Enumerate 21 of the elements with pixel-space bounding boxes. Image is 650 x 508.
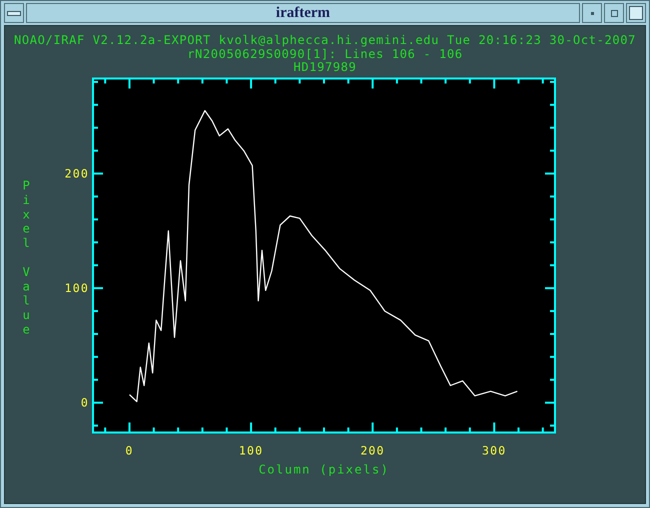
x-tick-label: 300 bbox=[482, 443, 506, 457]
square-icon bbox=[629, 6, 643, 20]
x-tick-label: 100 bbox=[238, 443, 264, 457]
minimize-button[interactable] bbox=[582, 3, 602, 23]
x-tick-label: 200 bbox=[360, 443, 385, 457]
maximize-icon bbox=[610, 10, 618, 16]
x-tick-label: 0 bbox=[125, 443, 134, 457]
plot-title: HD197989 bbox=[294, 61, 356, 74]
y-tick-label: 200 bbox=[64, 166, 89, 180]
x-axis-label: Column (pixels) bbox=[258, 462, 390, 476]
menu-bar-icon bbox=[7, 10, 21, 16]
y-tick-label: 100 bbox=[64, 280, 89, 295]
window-menu-button[interactable] bbox=[4, 3, 24, 23]
resize-button[interactable] bbox=[626, 3, 646, 23]
minimize-icon bbox=[590, 12, 594, 14]
plot-title: rN20050629S0090[1]: Lines 106 - 106 bbox=[187, 48, 463, 61]
y-tick-label: 0 bbox=[80, 395, 89, 410]
window-title: irafterm bbox=[26, 3, 580, 23]
maximize-button[interactable] bbox=[604, 3, 624, 23]
y-axis-label: Pixel Value bbox=[22, 178, 32, 336]
banner-text: NOAO/IRAF V2.12.2a-EXPORT kvolk@alphecca.hi.gemini.edu Tue 20:16:23 30-Oct-2007 bbox=[14, 34, 636, 48]
